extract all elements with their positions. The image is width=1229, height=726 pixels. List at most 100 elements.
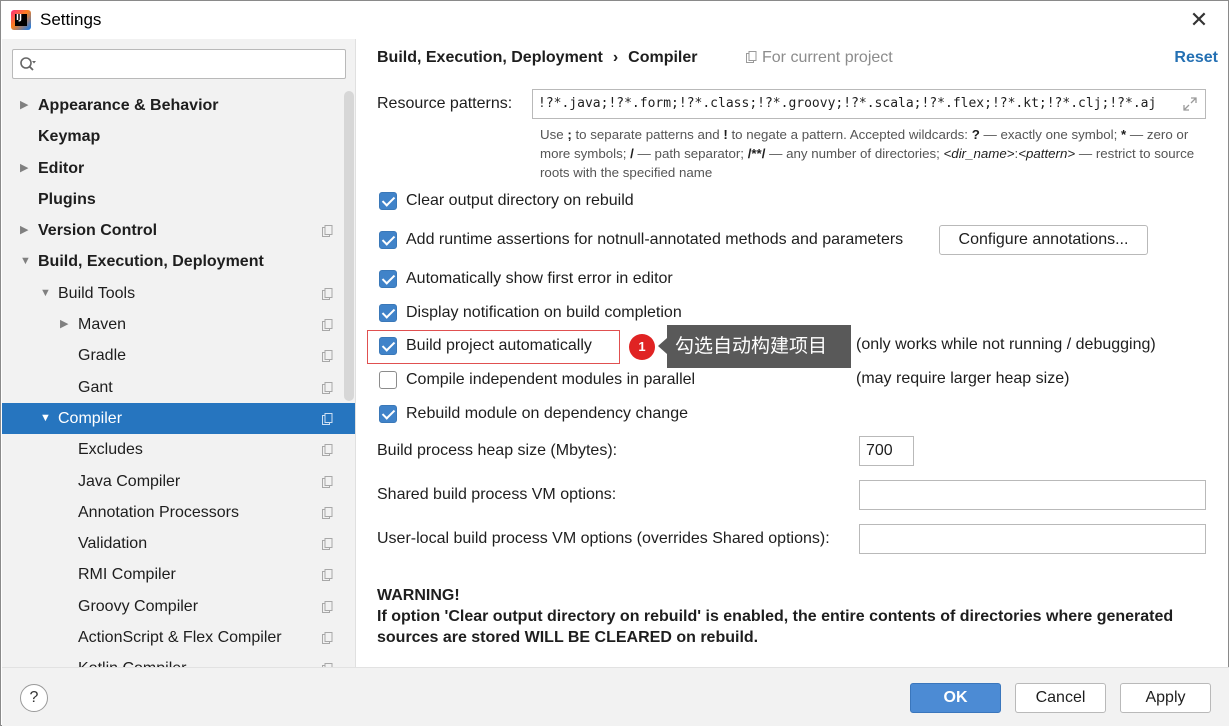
runtime-assertions-option[interactable]: Add runtime assertions for notnull-annot… bbox=[379, 229, 903, 251]
sidebar-item-kotlin-compiler[interactable]: Kotlin Compiler bbox=[2, 653, 355, 667]
sidebar-item-annotation-processors[interactable]: Annotation Processors bbox=[2, 497, 355, 528]
sidebar-item-maven[interactable]: ▶ Maven bbox=[2, 309, 355, 340]
clear-output-label: Clear output directory on rebuild bbox=[406, 192, 634, 209]
configure-annotations-button[interactable]: Configure annotations... bbox=[939, 225, 1148, 255]
scope-label: For current project bbox=[762, 49, 893, 66]
sidebar-item-rmi-compiler[interactable]: RMI Compiler bbox=[2, 559, 355, 590]
sidebar-scrollbar[interactable] bbox=[344, 91, 354, 401]
sidebar-item-groovy-compiler[interactable]: Groovy Compiler bbox=[2, 591, 355, 622]
sidebar-item-label: Excludes bbox=[78, 441, 143, 459]
sidebar-item-editor[interactable]: ▶ Editor bbox=[2, 153, 355, 184]
help-button[interactable]: ? bbox=[20, 684, 48, 712]
parallel-compile-checkbox[interactable] bbox=[379, 371, 397, 389]
sidebar-item-compiler[interactable]: ▼ Compiler bbox=[2, 402, 355, 435]
parallel-compile-label: Compile independent modules in parallel bbox=[406, 371, 696, 388]
sidebar-item-label: Appearance & Behavior bbox=[38, 97, 219, 114]
clear-output-option[interactable]: Clear output directory on rebuild bbox=[379, 190, 634, 212]
show-first-error-option[interactable]: Automatically show first error in editor bbox=[379, 268, 673, 290]
parallel-compile-note: (may require larger heap size) bbox=[856, 370, 1070, 387]
close-button[interactable]: ✕ bbox=[1188, 9, 1210, 31]
heap-size-input[interactable]: 700 bbox=[859, 436, 914, 466]
sidebar-item-gant[interactable]: Gant bbox=[2, 372, 355, 403]
build-automatically-label: Build project automatically bbox=[406, 337, 592, 354]
sidebar-item-label: Groovy Compiler bbox=[78, 597, 199, 615]
build-automatically-checkbox[interactable] bbox=[379, 337, 397, 355]
sidebar-item-actionscript-flex-compiler[interactable]: ActionScript & Flex Compiler bbox=[2, 622, 355, 653]
expand-icon[interactable] bbox=[1183, 97, 1197, 111]
project-scope-icon bbox=[322, 225, 333, 238]
settings-window: IJ Settings ✕ ▶ Appearance & Behavior Keym… bbox=[0, 0, 1229, 726]
sidebar-item-label: Compiler bbox=[58, 409, 123, 427]
title-bar: IJ Settings ✕ bbox=[1, 1, 1228, 39]
sidebar-item-validation[interactable]: Validation bbox=[2, 528, 355, 559]
show-first-error-checkbox[interactable] bbox=[379, 270, 397, 288]
project-scope-icon bbox=[322, 319, 333, 332]
settings-search-box[interactable] bbox=[12, 49, 346, 79]
resource-patterns-label: Resource patterns: bbox=[377, 95, 513, 112]
sidebar-item-label: RMI Compiler bbox=[78, 566, 176, 584]
user-vm-options-input[interactable] bbox=[859, 524, 1206, 554]
cancel-button[interactable]: Cancel bbox=[1015, 683, 1106, 713]
sidebar-item-label: ActionScript & Flex Compiler bbox=[78, 629, 282, 647]
rebuild-dependency-option[interactable]: Rebuild module on dependency change bbox=[379, 403, 688, 425]
rebuild-dependency-checkbox[interactable] bbox=[379, 405, 397, 423]
sidebar-item-label: Gant bbox=[78, 378, 113, 396]
ok-button[interactable]: OK bbox=[910, 683, 1001, 713]
shared-vm-options-input[interactable] bbox=[859, 480, 1206, 510]
sidebar-item-gradle[interactable]: Gradle bbox=[2, 340, 355, 371]
sidebar-item-label: Validation bbox=[78, 535, 148, 553]
reset-link[interactable]: Reset bbox=[1174, 49, 1218, 67]
sidebar-item-label: Version Control bbox=[38, 222, 158, 240]
build-automatically-note: (only works while not running / debuggin… bbox=[856, 336, 1156, 353]
expanded-arrow-icon[interactable]: ▼ bbox=[40, 278, 52, 309]
sidebar-item-excludes[interactable]: Excludes bbox=[2, 434, 355, 465]
breadcrumb: Build, Execution, Deployment › Compiler bbox=[377, 49, 697, 67]
project-scope-icon bbox=[322, 444, 333, 457]
runtime-assertions-label: Add runtime assertions for notnull-annot… bbox=[406, 231, 904, 248]
sidebar-item-keymap[interactable]: Keymap bbox=[2, 121, 355, 152]
intellij-app-icon: IJ bbox=[11, 10, 31, 30]
sidebar-item-build-tools[interactable]: ▼ Build Tools bbox=[2, 278, 355, 309]
expanded-arrow-icon[interactable]: ▼ bbox=[20, 246, 32, 277]
project-scope-icon bbox=[322, 350, 333, 363]
build-automatically-option[interactable]: Build project automatically bbox=[379, 335, 592, 357]
sidebar-item-label: Build Tools bbox=[58, 284, 136, 302]
annotation-callout: 勾选自动构建项目 bbox=[658, 325, 851, 368]
sidebar-item-version-control[interactable]: ▶ Version Control bbox=[2, 215, 355, 246]
collapsed-arrow-icon[interactable]: ▶ bbox=[20, 215, 32, 246]
clear-output-checkbox[interactable] bbox=[379, 192, 397, 210]
resource-patterns-value: !?*.java;!?*.form;!?*.class;!?*.groovy;!… bbox=[538, 96, 1157, 111]
sidebar-item-label: Editor bbox=[38, 159, 85, 177]
compiler-settings-panel: Build, Execution, Deployment › Compiler Fo… bbox=[357, 39, 1228, 667]
search-input[interactable] bbox=[43, 53, 338, 75]
sidebar-item-label: Plugins bbox=[38, 190, 96, 208]
breadcrumb-separator: › bbox=[612, 49, 619, 66]
project-scope-icon bbox=[322, 381, 333, 394]
project-scope-icon bbox=[322, 475, 333, 488]
project-scope-icon bbox=[322, 412, 333, 425]
collapsed-arrow-icon[interactable]: ▶ bbox=[20, 153, 32, 184]
sidebar-item-build-execution-deployment[interactable]: ▼ Build, Execution, Deployment bbox=[2, 246, 355, 277]
apply-button[interactable]: Apply bbox=[1120, 683, 1211, 713]
project-scope-icon bbox=[322, 600, 333, 613]
sidebar-item-plugins[interactable]: Plugins bbox=[2, 184, 355, 215]
resource-patterns-hint: Use ; to separate patterns and ! to nega… bbox=[540, 127, 1195, 180]
sidebar-item-appearance-behavior[interactable]: ▶ Appearance & Behavior bbox=[2, 90, 355, 121]
breadcrumb-compiler: Compiler bbox=[628, 49, 698, 66]
collapsed-arrow-icon[interactable]: ▶ bbox=[20, 90, 32, 121]
collapsed-arrow-icon[interactable]: ▶ bbox=[60, 309, 72, 340]
project-scope-icon bbox=[322, 632, 333, 645]
notify-completion-option[interactable]: Display notification on build completion bbox=[379, 302, 682, 324]
expanded-arrow-icon[interactable]: ▼ bbox=[40, 403, 52, 434]
project-scope-icon bbox=[322, 538, 333, 551]
sidebar-item-label: Build, Execution, Deployment bbox=[38, 253, 264, 271]
runtime-assertions-checkbox[interactable] bbox=[379, 231, 397, 249]
sidebar-item-label: Keymap bbox=[38, 128, 101, 146]
sidebar-item-java-compiler[interactable]: Java Compiler bbox=[2, 466, 355, 497]
parallel-compile-option[interactable]: Compile independent modules in parallel bbox=[379, 369, 695, 391]
resource-patterns-input[interactable]: !?*.java;!?*.form;!?*.class;!?*.groovy;!… bbox=[532, 89, 1206, 119]
show-first-error-label: Automatically show first error in editor bbox=[406, 270, 673, 287]
sidebar-item-label: Java Compiler bbox=[78, 472, 181, 490]
notify-completion-checkbox[interactable] bbox=[379, 304, 397, 322]
search-icon bbox=[20, 57, 36, 71]
